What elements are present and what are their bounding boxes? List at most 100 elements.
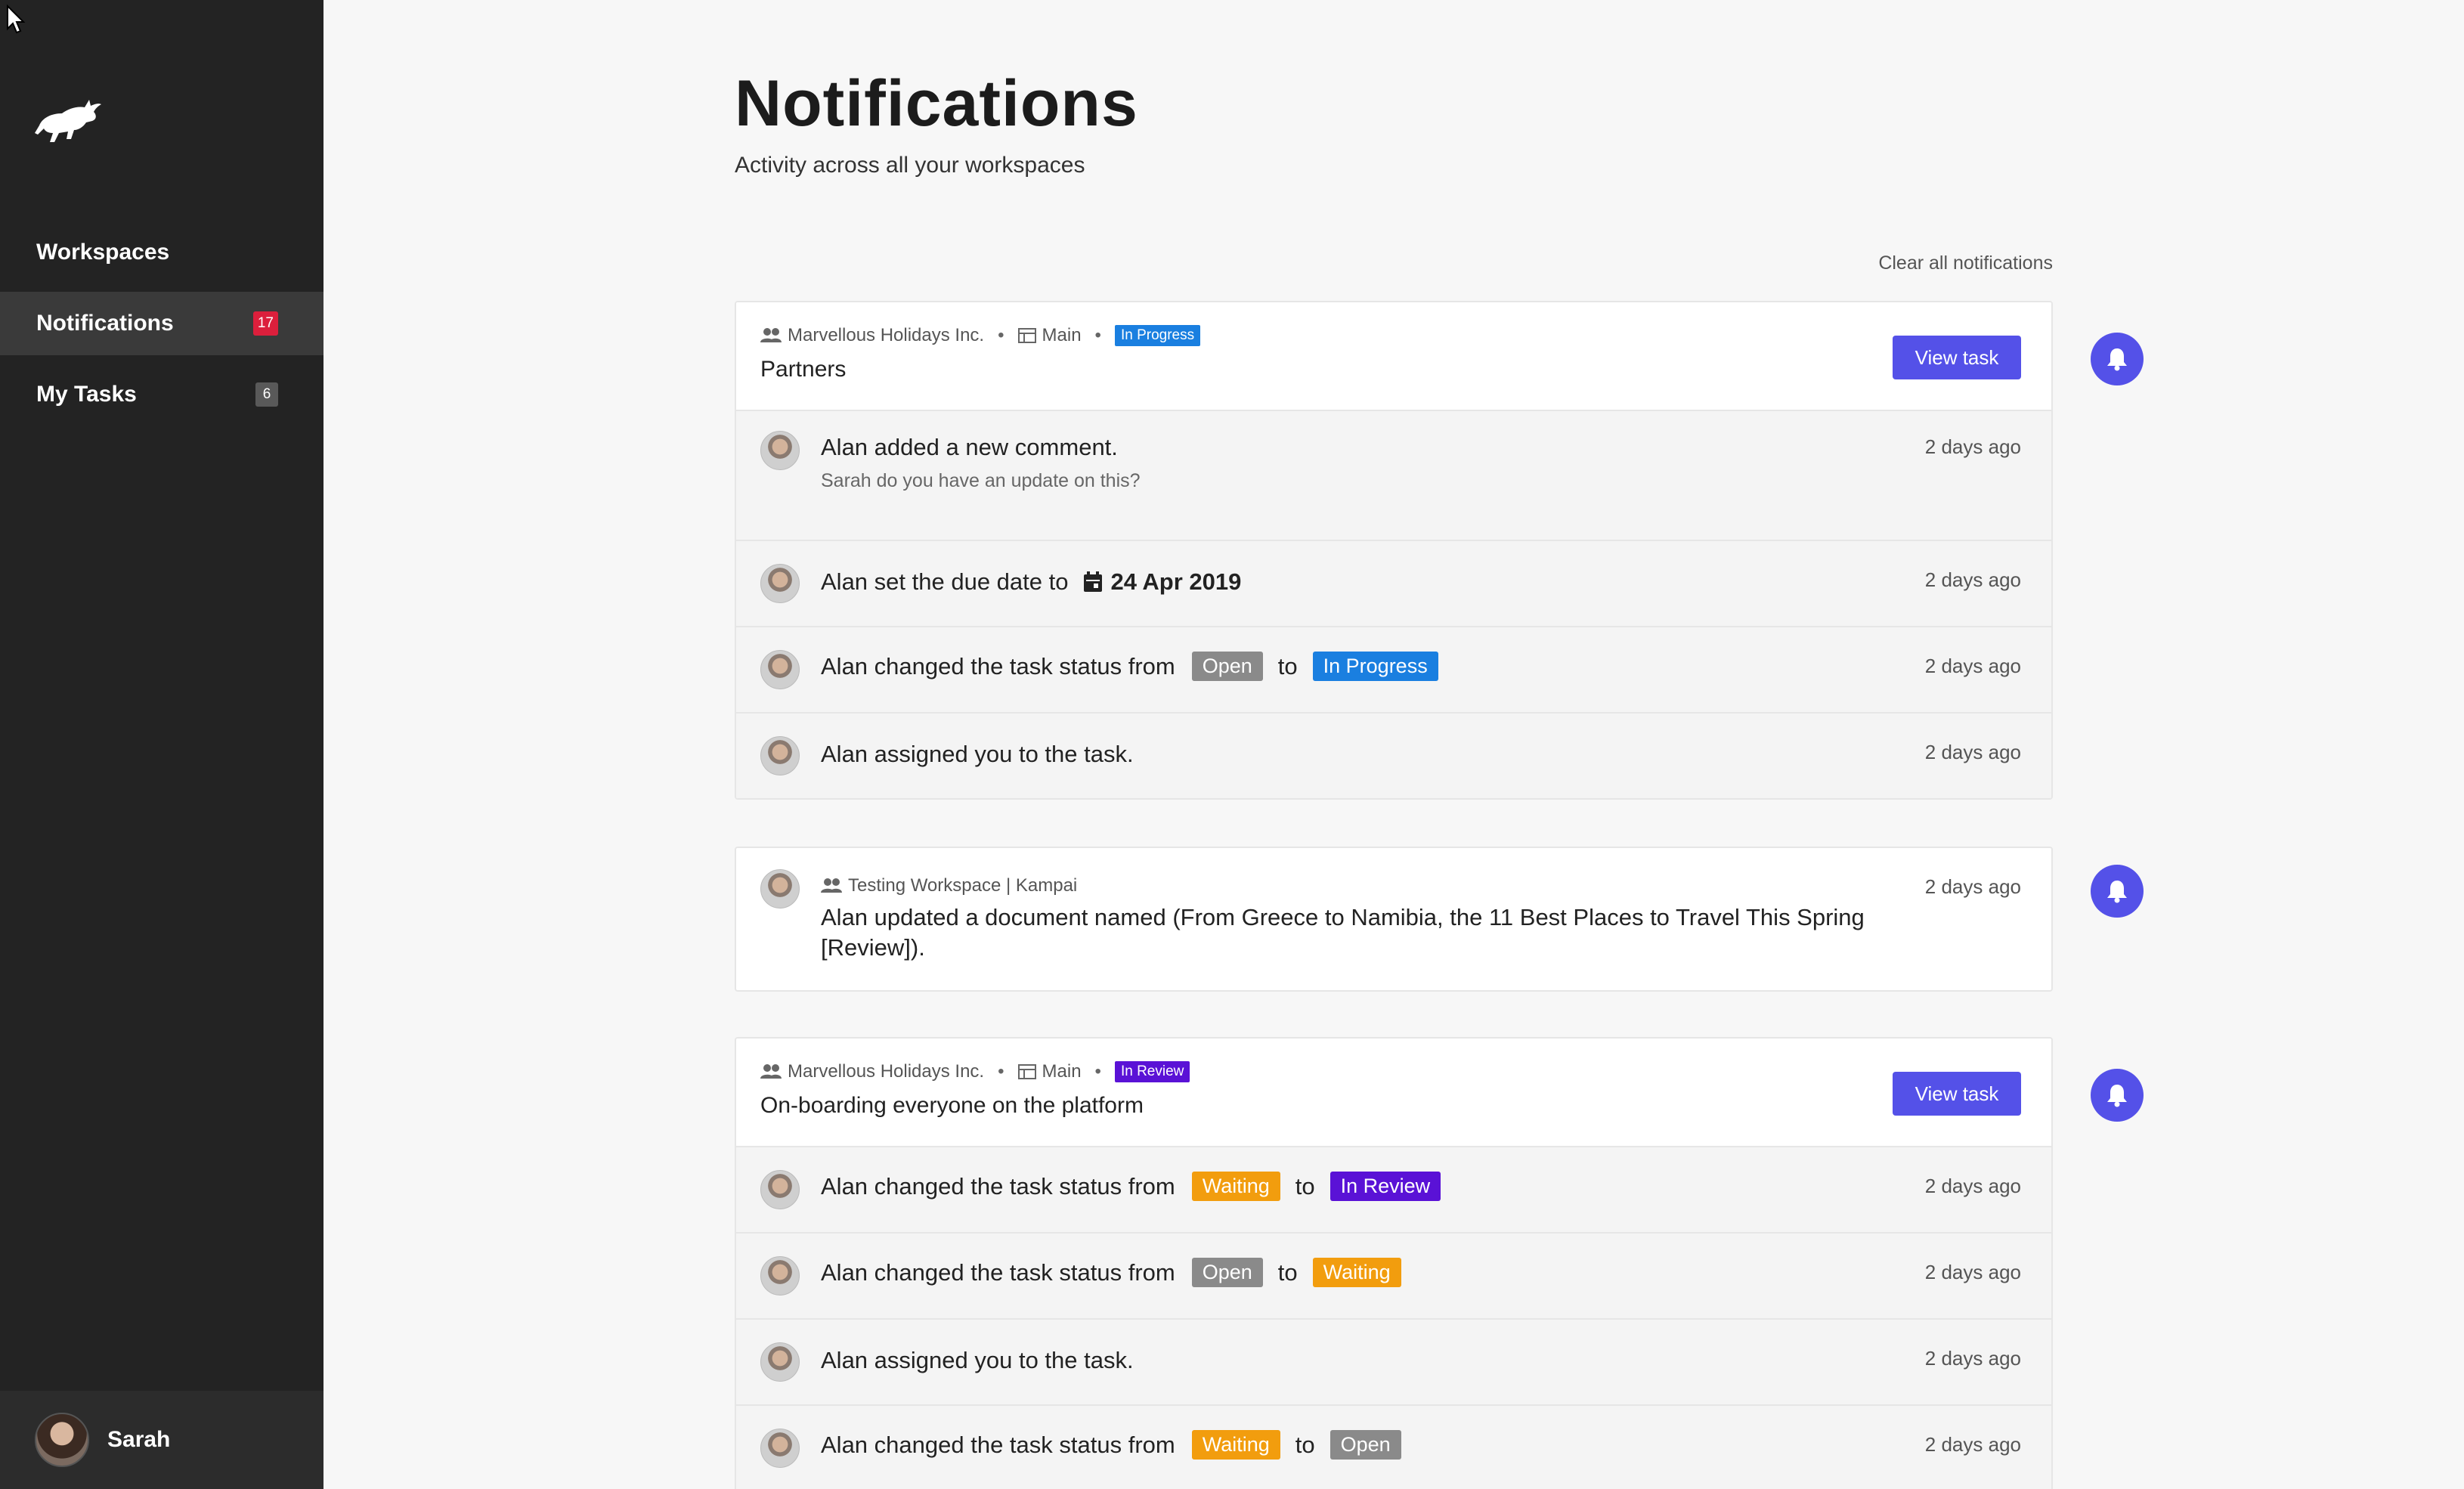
notifications-count-badge: 17 bbox=[252, 311, 278, 336]
activity-text: Alan assigned you to the task. bbox=[821, 1347, 1134, 1373]
activity-text: Alan added a new comment. bbox=[821, 434, 1118, 460]
notification-card: Testing Workspace | Kampai Alan updated … bbox=[735, 847, 2053, 992]
notification-card: Marvellous Holidays Inc. • Main • In Rev… bbox=[735, 1037, 2053, 1489]
task-meta: Marvellous Holidays Inc. • Main • In Pro… bbox=[760, 325, 1201, 346]
to-label: to bbox=[1277, 652, 1298, 679]
activity-row: Alan added a new comment. Sarah do you h… bbox=[736, 411, 2051, 541]
activity-text: Alan updated a document named (From Gree… bbox=[821, 904, 1865, 961]
activity-text: Alan changed the task status from Open t… bbox=[821, 652, 1453, 681]
avatar[interactable] bbox=[35, 1413, 89, 1467]
avatar bbox=[760, 869, 800, 909]
sidebar-item-my-tasks[interactable]: My Tasks 6 bbox=[0, 363, 323, 426]
clear-all-notifications-link[interactable]: Clear all notifications bbox=[1878, 252, 2053, 274]
timestamp: 2 days ago bbox=[1924, 1261, 2021, 1283]
bull-logo-icon[interactable] bbox=[33, 95, 103, 148]
avatar bbox=[760, 650, 800, 689]
activity-text: Alan assigned you to the task. bbox=[821, 741, 1134, 767]
to-label: to bbox=[1295, 1172, 1315, 1200]
timestamp: 2 days ago bbox=[1924, 1433, 2021, 1456]
timestamp: 2 days ago bbox=[1924, 875, 2021, 898]
activity-row: Alan changed the task status from Open t… bbox=[736, 1234, 2051, 1320]
status-badge-from: Waiting bbox=[1191, 1430, 1280, 1460]
user-profile[interactable]: Sarah bbox=[0, 1391, 323, 1489]
separator-dot: • bbox=[998, 1061, 1004, 1082]
view-task-button[interactable]: View task bbox=[1893, 336, 2021, 379]
bell-icon bbox=[2107, 881, 2127, 903]
activity-row: Alan assigned you to the task. 2 days ag… bbox=[736, 1320, 2051, 1406]
board-name[interactable]: Main bbox=[1042, 325, 1082, 346]
task-title[interactable]: Partners bbox=[760, 357, 846, 382]
timestamp: 2 days ago bbox=[1924, 655, 2021, 677]
board-icon bbox=[1017, 1064, 1036, 1079]
avatar bbox=[760, 1170, 800, 1209]
activity-row: Alan assigned you to the task. 2 days ag… bbox=[736, 714, 2051, 798]
activity-text-line: Alan updated a document named (From Gree… bbox=[821, 904, 1865, 930]
notification-card: Marvellous Holidays Inc. • Main • In Pro… bbox=[735, 301, 2053, 800]
activity-row: Alan changed the task status from Waitin… bbox=[736, 1147, 2051, 1234]
bell-button[interactable] bbox=[2091, 865, 2144, 918]
view-task-button[interactable]: View task bbox=[1893, 1072, 2021, 1116]
separator-dot: • bbox=[998, 325, 1004, 345]
page-title: Notifications bbox=[735, 67, 1138, 140]
sidebar-item-label: Notifications bbox=[36, 311, 174, 336]
sidebar-item-workspaces[interactable]: Workspaces bbox=[0, 221, 323, 284]
timestamp: 2 days ago bbox=[1924, 741, 2021, 763]
avatar bbox=[760, 1342, 800, 1382]
activity-text: Alan set the due date to 24 Apr 2019 bbox=[821, 568, 1241, 596]
activity-label: Alan changed the task status from bbox=[821, 1258, 1175, 1286]
card-header: Marvellous Holidays Inc. • Main • In Rev… bbox=[736, 1039, 2051, 1147]
bell-button[interactable] bbox=[2091, 1069, 2144, 1122]
due-date: 24 Apr 2019 bbox=[1083, 568, 1241, 596]
page-subtitle: Activity across all your workspaces bbox=[735, 153, 1085, 178]
avatar bbox=[760, 736, 800, 775]
status-badge-to: In Progress bbox=[1312, 652, 1438, 681]
bell-icon bbox=[2107, 348, 2127, 371]
activity-row: Alan changed the task status from Open t… bbox=[736, 627, 2051, 714]
status-badge: In Progress bbox=[1114, 325, 1201, 346]
timestamp: 2 days ago bbox=[1924, 568, 2021, 591]
activity-label: Alan changed the task status from bbox=[821, 1172, 1175, 1200]
avatar bbox=[760, 1256, 800, 1296]
users-icon bbox=[821, 878, 842, 893]
status-badge-to: Waiting bbox=[1312, 1258, 1401, 1287]
comment-preview: Sarah do you have an update on this? bbox=[821, 470, 1141, 491]
activity-text-line: [Review]). bbox=[821, 934, 925, 961]
activity-label: Alan changed the task status from bbox=[821, 1431, 1175, 1458]
board-icon bbox=[1017, 328, 1036, 343]
timestamp: 2 days ago bbox=[1924, 1175, 2021, 1197]
due-date-value: 24 Apr 2019 bbox=[1110, 568, 1242, 595]
bell-button[interactable] bbox=[2091, 333, 2144, 385]
status-badge-from: Waiting bbox=[1191, 1172, 1280, 1201]
activity-row: Alan changed the task status from Waitin… bbox=[736, 1406, 2051, 1489]
avatar bbox=[760, 1429, 800, 1468]
workspace-name[interactable]: Marvellous Holidays Inc. bbox=[788, 325, 984, 346]
avatar bbox=[760, 431, 800, 470]
activity-text: Alan changed the task status from Open t… bbox=[821, 1258, 1416, 1287]
timestamp: 2 days ago bbox=[1924, 1347, 2021, 1370]
sidebar: Workspaces Notifications 17 My Tasks 6 S… bbox=[0, 0, 323, 1489]
activity-label: Alan changed the task status from bbox=[821, 652, 1175, 679]
separator-dot: • bbox=[1094, 325, 1101, 345]
sidebar-item-label: Workspaces bbox=[36, 240, 170, 265]
sidebar-item-label: My Tasks bbox=[36, 382, 137, 407]
sidebar-item-notifications[interactable]: Notifications 17 bbox=[0, 292, 323, 355]
activity-text: Alan changed the task status from Waitin… bbox=[821, 1172, 1456, 1201]
users-icon bbox=[760, 1064, 782, 1079]
tasks-count-badge: 6 bbox=[255, 382, 278, 407]
status-badge: In Review bbox=[1114, 1061, 1190, 1082]
activity-row: Alan set the due date to 24 Apr 2019 2 d… bbox=[736, 541, 2051, 627]
status-badge-from: Open bbox=[1191, 1258, 1263, 1287]
status-badge-to: In Review bbox=[1330, 1172, 1441, 1201]
status-badge-from: Open bbox=[1191, 652, 1263, 681]
bell-icon bbox=[2107, 1085, 2127, 1107]
workspace-name[interactable]: Testing Workspace | Kampai bbox=[848, 875, 1077, 896]
timestamp: 2 days ago bbox=[1924, 435, 2021, 458]
card-header: Marvellous Holidays Inc. • Main • In Pro… bbox=[736, 302, 2051, 411]
mouse-cursor-icon bbox=[7, 5, 26, 34]
to-label: to bbox=[1277, 1258, 1298, 1286]
separator-dot: • bbox=[1094, 1061, 1101, 1082]
workspace-name[interactable]: Marvellous Holidays Inc. bbox=[788, 1061, 984, 1082]
users-icon bbox=[760, 328, 782, 342]
board-name[interactable]: Main bbox=[1042, 1061, 1082, 1082]
task-title[interactable]: On-boarding everyone on the platform bbox=[760, 1093, 1144, 1119]
